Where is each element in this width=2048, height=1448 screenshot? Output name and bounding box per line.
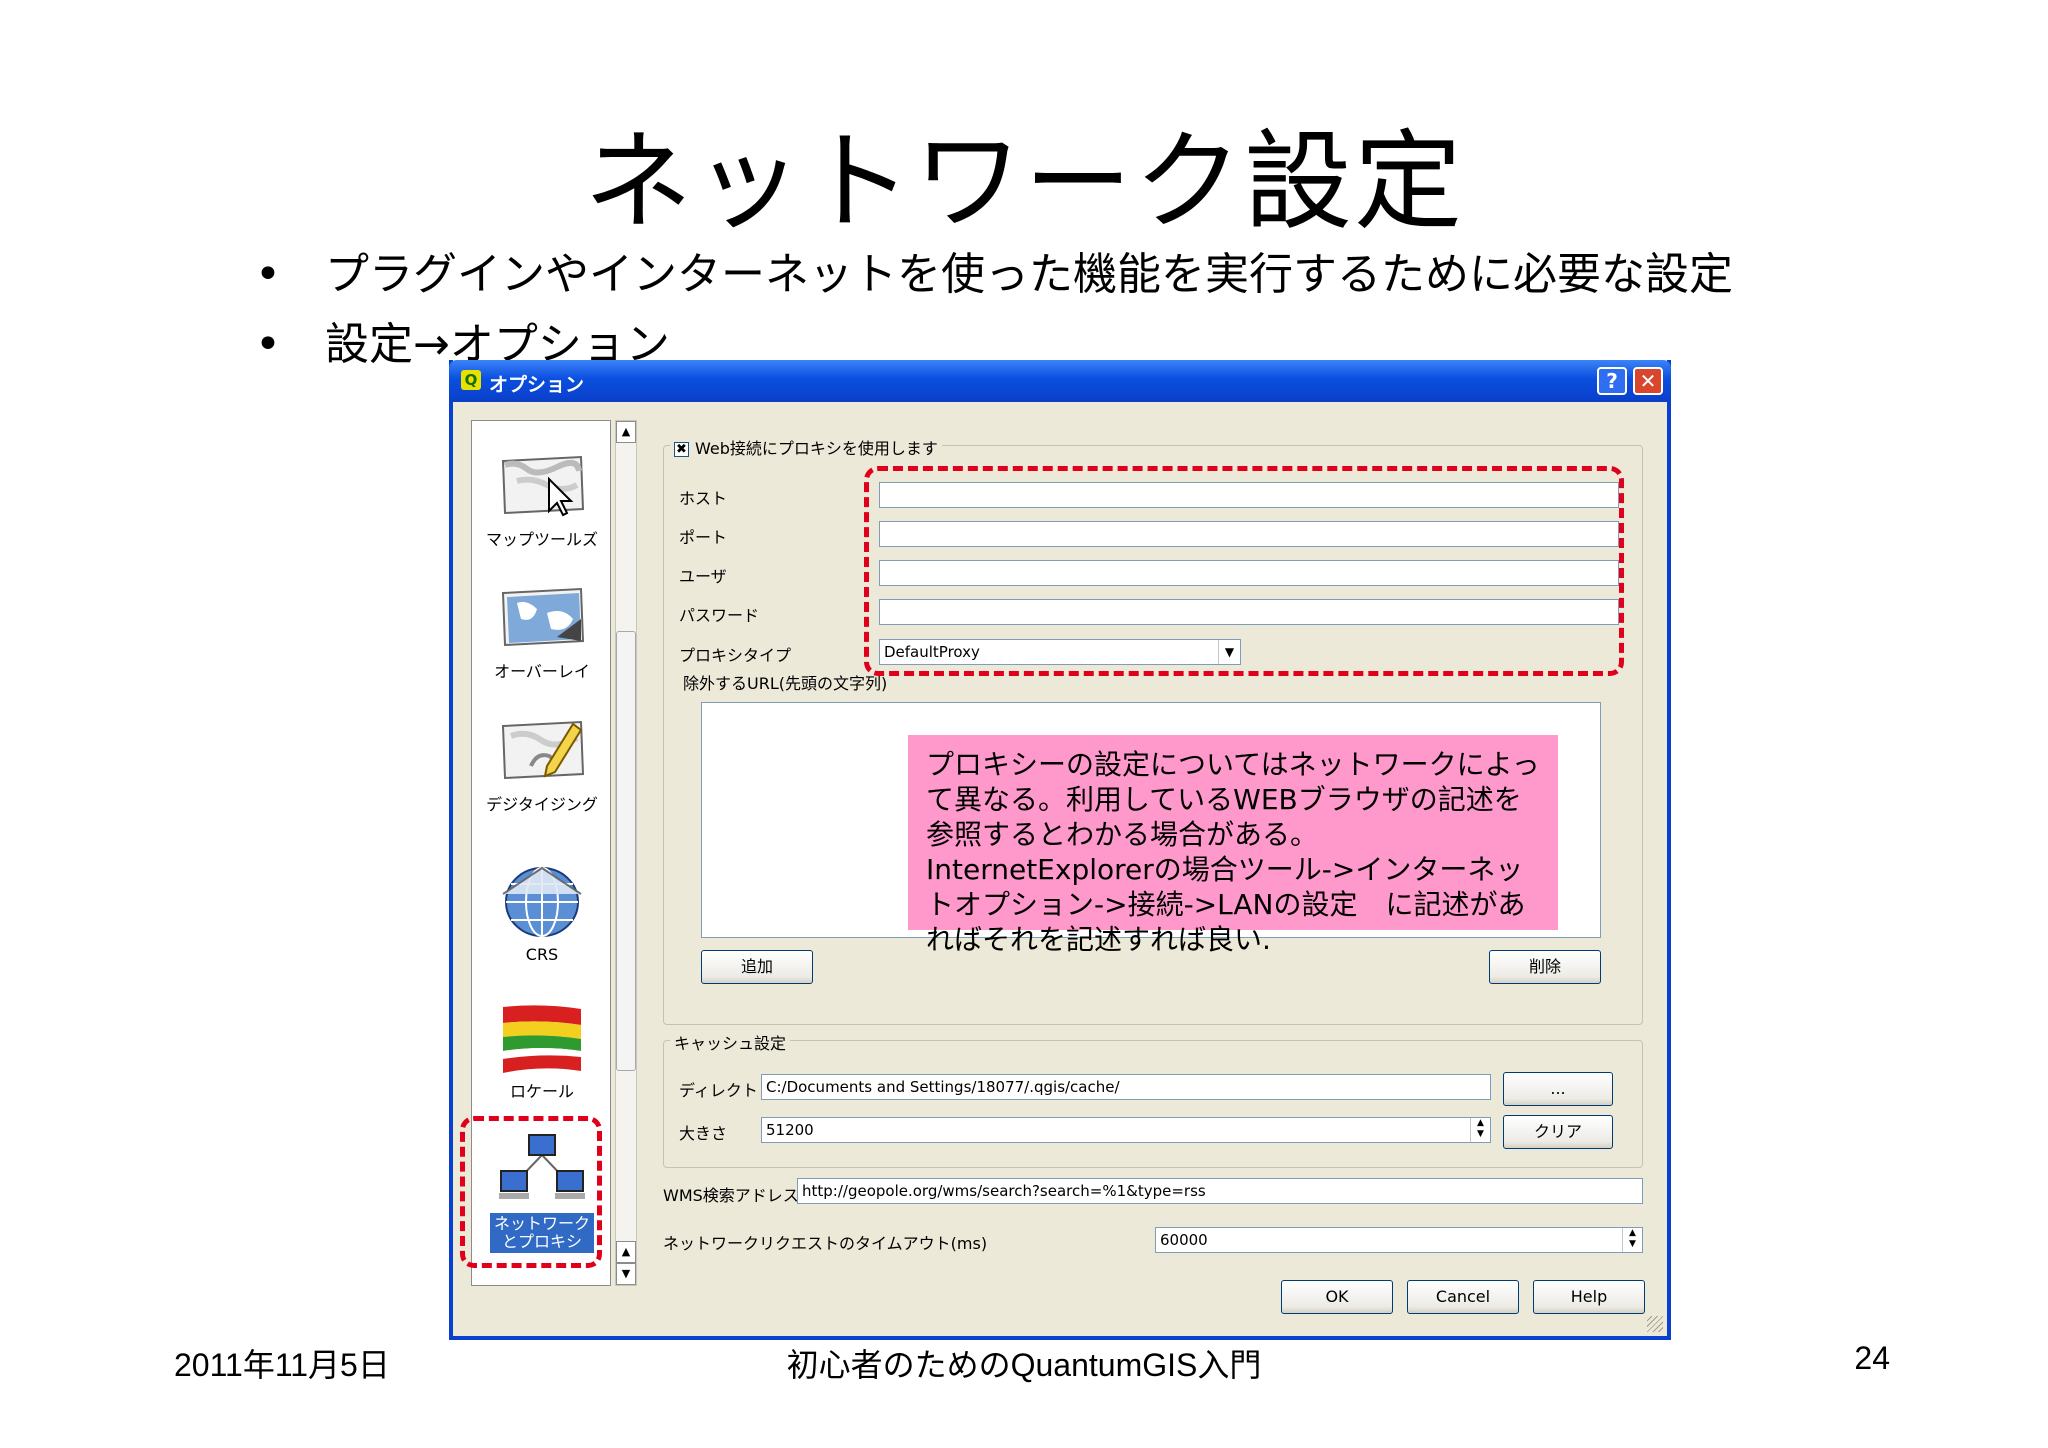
sidebar-item-label: オーバーレイ	[494, 662, 590, 681]
proxy-type-label: プロキシタイプ	[679, 646, 792, 665]
sidebar-item-label: デジタイジング	[486, 795, 598, 814]
bullet-dot: •	[255, 319, 281, 370]
globe-icon	[497, 866, 587, 938]
bullet-text: プラグインやインターネットを使った機能を実行するために必要な設定	[325, 249, 1733, 300]
dialog-title: オプション	[489, 374, 585, 396]
proxy-checkbox-row[interactable]: ✖ Web接続にプロキシを使用します	[670, 435, 942, 459]
sidebar-item-label: マップツールズ	[485, 530, 598, 549]
scroll-up-icon[interactable]: ▲	[616, 421, 636, 443]
scroll-thumb[interactable]	[616, 631, 636, 1071]
cache-dir-label: ディレクトリ	[679, 1081, 774, 1100]
password-label: パスワード	[679, 606, 760, 625]
close-icon[interactable]: ✕	[1633, 367, 1663, 395]
sidebar-item-label: ロケール	[509, 1082, 574, 1101]
dialog-titlebar[interactable]: Q オプション ? ✕	[449, 360, 1671, 402]
sidebar-scrollbar[interactable]: ▲ ▲ ▼	[615, 420, 637, 1286]
bullet-list: • プラグインやインターネットを使った機能を実行するために必要な設定 • 設定→オプ…	[255, 240, 1733, 380]
sidebar-item-digitizing[interactable]: デジタイジング	[472, 716, 612, 814]
bullet-item: • プラグインやインターネットを使った機能を実行するために必要な設定	[255, 240, 1733, 310]
exclude-url-label: 除外するURL(先頭の文字列)	[683, 674, 888, 693]
cancel-button[interactable]: Cancel	[1407, 1280, 1519, 1314]
sidebar-item-label: CRS	[525, 945, 559, 964]
wms-search-label: WMS検索アドレス	[663, 1186, 799, 1205]
user-label: ユーザ	[679, 567, 727, 586]
cache-size-value: 51200	[766, 1121, 814, 1139]
map-pencil-icon	[497, 716, 587, 788]
map-overlay-icon	[497, 583, 587, 655]
sidebar-item-locale[interactable]: ロケール	[472, 1003, 612, 1101]
sidebar-item-crs[interactable]: CRS	[472, 866, 612, 964]
remove-button[interactable]: 削除	[1489, 950, 1601, 984]
cache-size-label: 大きさ	[679, 1124, 728, 1143]
ok-button[interactable]: OK	[1281, 1280, 1393, 1314]
clear-button[interactable]: クリア	[1503, 1115, 1613, 1149]
browse-button[interactable]: ...	[1503, 1072, 1613, 1106]
add-button[interactable]: 追加	[701, 950, 813, 984]
port-label: ポート	[679, 528, 728, 547]
spin-arrows-icon[interactable]: ▲ ▼	[1622, 1228, 1642, 1252]
resize-grip-icon[interactable]	[1647, 1316, 1663, 1332]
wms-search-input[interactable]: http://geopole.org/wms/search?search=%1&…	[797, 1178, 1643, 1204]
sidebar-item-overlay[interactable]: オーバーレイ	[472, 583, 612, 681]
help-button[interactable]: Help	[1533, 1280, 1645, 1314]
timeout-stepper[interactable]: 60000 ▲ ▼	[1155, 1227, 1643, 1253]
host-label: ホスト	[679, 489, 728, 508]
footer-title: 初心者のためのQuantumGIS入門	[786, 1347, 1262, 1383]
proxy-checkbox[interactable]: ✖	[674, 442, 689, 457]
slide-title: ネットワーク設定	[583, 120, 1464, 245]
scroll-up-icon[interactable]: ▲	[616, 1241, 636, 1263]
proxy-fields-highlight	[864, 466, 1624, 676]
cache-size-stepper[interactable]: 51200 ▲ ▼	[761, 1117, 1491, 1143]
qgis-icon: Q	[461, 370, 481, 390]
cache-group: キャッシュ設定	[663, 1030, 1643, 1168]
cache-dir-input[interactable]: C:/Documents and Settings/18077/.qgis/ca…	[761, 1074, 1491, 1100]
flag-icon	[497, 1003, 587, 1075]
spin-arrows-icon[interactable]: ▲ ▼	[1470, 1118, 1490, 1142]
cache-group-label: キャッシュ設定	[670, 1030, 791, 1054]
page-number: 24	[1854, 1340, 1890, 1376]
map-cursor-icon	[497, 451, 587, 523]
bullet-dot: •	[255, 249, 281, 300]
proxy-note-callout: プロキシーの設定についてはネットワークによって異なる。利用しているWEBブラウザ…	[908, 735, 1558, 956]
timeout-value: 60000	[1160, 1231, 1208, 1249]
help-icon[interactable]: ?	[1597, 367, 1627, 395]
proxy-checkbox-label: Web接続にプロキシを使用します	[695, 439, 938, 458]
sidebar-item-map-tools[interactable]: マップツールズ	[472, 451, 612, 549]
scroll-down-icon[interactable]: ▼	[616, 1263, 636, 1285]
network-item-highlight	[460, 1116, 602, 1268]
timeout-label: ネットワークリクエストのタイムアウト(ms)	[663, 1234, 988, 1253]
